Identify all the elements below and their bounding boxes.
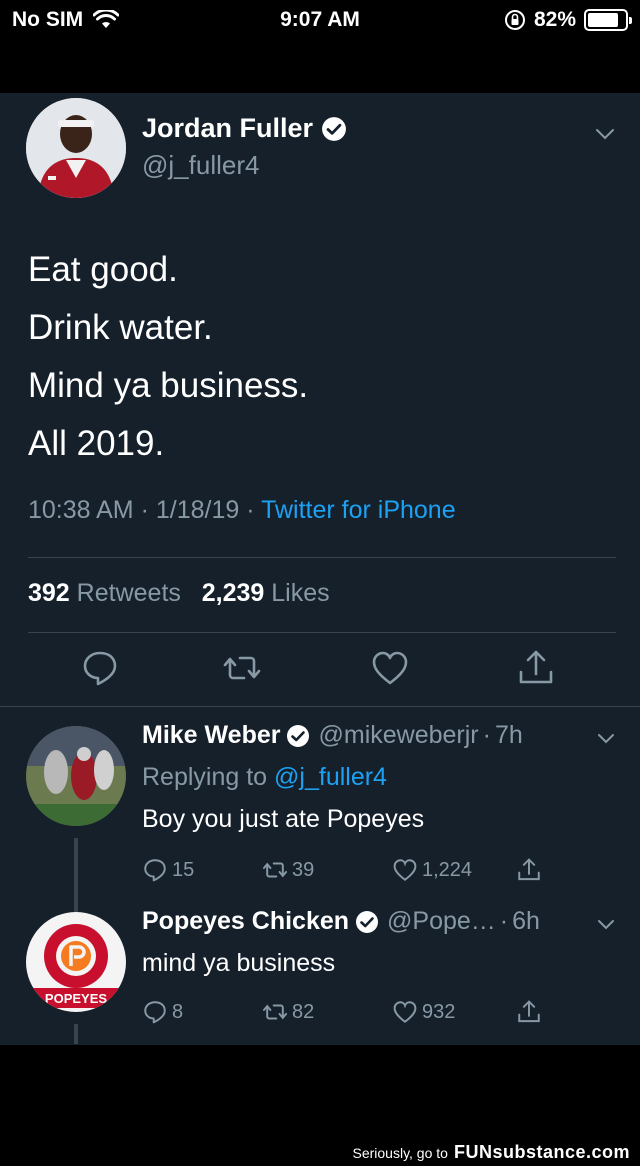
popeyes-wordmark: POPEYES [45,991,107,1006]
likes-count: 2,239 [201,579,265,607]
author-handle[interactable]: @j_fuller4 [142,150,259,181]
status-right: 82% [504,8,632,32]
reply-action-reply[interactable]: 15 [142,857,194,883]
retweets-stat[interactable]: 392 Retweets [28,579,181,607]
reply-text: Boy you just ate Popeyes [142,805,425,833]
reply-age: 7h [494,721,523,749]
meta-separator: · [140,496,156,524]
avatar[interactable]: POPEYES [26,912,126,1012]
reply-action-share[interactable] [516,999,542,1025]
reply-header: Mike Weber @mikeweberjr · 7h [142,721,523,750]
reply-text: mind ya business [142,949,336,977]
reply-action-like[interactable]: 932 [392,999,455,1025]
share-icon [518,1000,540,1023]
status-bar: No SIM 9:07 AM 82% [0,0,640,44]
replying-to-label: Replying to [142,763,268,791]
replying-to: Replying to @j_fuller4 [142,763,387,792]
heart-icon [393,1001,417,1023]
tweet-line: Eat good. [28,250,178,289]
reply-action-reply[interactable]: 8 [142,999,183,1025]
likes-label: Likes [271,579,330,607]
reply-count: 8 [172,1000,184,1023]
reply-count: 15 [172,858,195,881]
retweet-count: 82 [292,1000,315,1023]
likes-stat[interactable]: 2,239 Likes [202,579,330,607]
watermark-prefix: Seriously, go to [352,1144,448,1161]
reply-action-retweet[interactable]: 82 [262,999,314,1025]
tweet-detail-screen: Jordan Fuller @j_fuller4 Eat good. Drink… [0,93,640,1045]
avatar[interactable] [26,726,126,826]
reply-actions: 8 82 932 [142,999,602,1029]
battery-icon [584,9,632,31]
tweet-metadata: 10:38 AM · 1/18/19 · Twitter for iPhone [28,496,456,525]
avatar[interactable] [26,98,126,198]
reply-author-handle[interactable]: @Pope… [387,907,496,936]
reply-action-retweet[interactable]: 39 [262,857,314,883]
verified-badge-icon [356,910,379,933]
meta-separator: · [499,907,509,935]
divider [28,632,616,633]
reply-actions: 15 39 1,224 [142,857,602,887]
tweet-text: Eat good. Drink water. Mind ya business.… [28,241,308,473]
divider [28,557,616,558]
tweet-date: 1/18/19 [155,496,240,524]
chevron-down-icon[interactable] [596,915,616,935]
reply-icon [144,1001,166,1024]
avatar-photo [26,98,126,198]
author-name-text: Jordan Fuller [142,113,314,143]
tweet-actions [0,648,640,698]
retweets-count: 392 [28,579,70,607]
reply-icon[interactable] [80,648,120,688]
verified-badge-icon [322,116,346,141]
chevron-down-icon[interactable] [594,123,616,145]
thread-line [74,838,78,920]
divider [0,706,640,707]
orientation-lock-icon [504,10,525,30]
reply-header: Popeyes Chicken @Pope… · 6h [142,907,540,936]
heart-icon [393,859,417,881]
reply-age: 6h [512,907,540,935]
reply-author-name[interactable]: Popeyes Chicken [142,907,349,936]
watermark: Seriously, go to FUNsubstance.com [352,1142,630,1163]
retweet-icon[interactable] [222,648,262,688]
tweet-line: All 2019. [28,424,165,463]
tweet-stats: 392 Retweets 2,239 Likes [28,579,330,608]
author-name[interactable]: Jordan Fuller [142,113,347,144]
meta-separator: · [246,496,262,524]
heart-icon[interactable] [370,648,410,688]
battery-percent: 82% [533,8,576,31]
retweet-icon [262,1004,288,1020]
battery-level [588,13,618,27]
reply-author-name[interactable]: Mike Weber [142,721,280,750]
share-icon[interactable] [516,648,556,688]
like-count: 932 [422,1000,456,1023]
tweet-time: 10:38 AM [28,496,134,524]
reply-icon [144,859,166,882]
meta-separator: · [482,721,491,749]
tweet-line: Drink water. [28,308,213,347]
retweets-label: Retweets [76,579,181,607]
popeyes-logo: POPEYES [26,912,126,1012]
watermark-brand: FUNsubstance.com [453,1142,630,1162]
thread-line [74,1024,78,1044]
verified-badge-icon [287,724,310,747]
share-icon [518,858,540,881]
tweet-line: Mind ya business. [28,366,309,405]
replying-to-mention[interactable]: @j_fuller4 [274,763,387,791]
reply-action-share[interactable] [516,857,542,883]
chevron-down-icon[interactable] [596,729,616,749]
watermark-bar: Seriously, go to FUNsubstance.com [0,1138,640,1166]
retweet-icon [262,862,288,878]
avatar-photo [26,726,126,826]
reply-author-handle[interactable]: @mikeweberjr [318,721,478,750]
reply-action-like[interactable]: 1,224 [392,857,472,883]
like-count: 1,224 [422,858,473,881]
tweet-source-link[interactable]: Twitter for iPhone [261,496,456,524]
retweet-count: 39 [292,858,315,881]
